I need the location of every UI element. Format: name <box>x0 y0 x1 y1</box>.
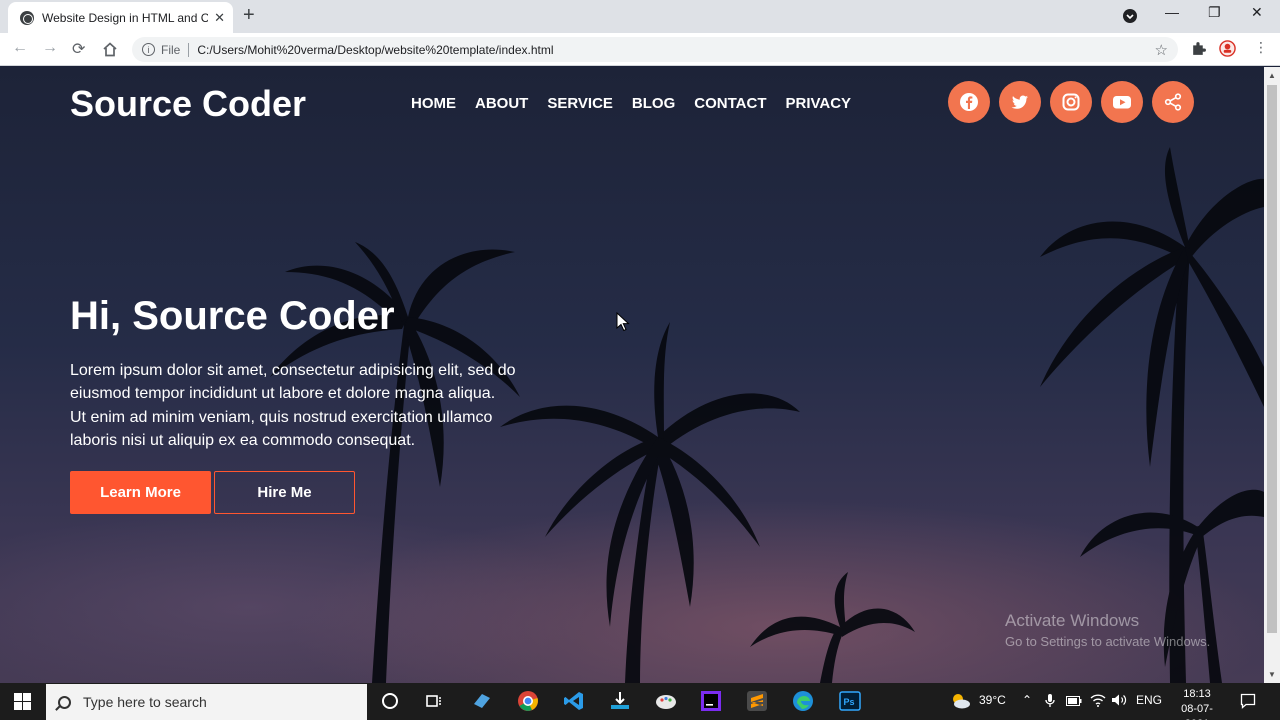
learn-more-button[interactable]: Learn More <box>70 471 211 514</box>
battery-icon[interactable] <box>1066 696 1082 706</box>
edge-icon[interactable] <box>791 689 815 713</box>
hero-description: Lorem ipsum dolor sit amet, consectetur … <box>70 359 550 452</box>
extensions-puzzle-icon[interactable] <box>1190 40 1207 57</box>
youtube-icon <box>1113 96 1131 109</box>
page-scrollbar[interactable]: ▲ ▼ <box>1264 67 1280 683</box>
mouse-cursor-icon <box>616 312 630 332</box>
restore-icon[interactable]: ❐ <box>1208 4 1221 21</box>
bookmark-star-icon[interactable]: ☆ <box>1155 41 1168 59</box>
profile-avatar-icon[interactable] <box>1219 40 1236 57</box>
hero-text-line: Ut enim ad minim veniam, quis nostrud ex… <box>70 408 493 426</box>
address-bar-prefix: File <box>161 42 181 57</box>
hire-me-button[interactable]: Hire Me <box>214 471 355 514</box>
taskbar-clock[interactable]: 18:13 08-07-2021 <box>1170 687 1224 720</box>
main-nav: HOME ABOUT SERVICE BLOG CONTACT PRIVACY <box>411 95 851 112</box>
address-bar-url[interactable]: C:/Users/Mohit%20verma/Desktop/website%2… <box>197 43 1154 57</box>
forward-icon[interactable]: → <box>42 39 58 57</box>
windows-start-icon[interactable] <box>14 693 31 710</box>
back-icon[interactable]: ← <box>12 39 28 57</box>
hero-title: Hi, Source Coder <box>70 294 395 338</box>
site-info-icon[interactable]: i <box>142 43 155 56</box>
scrollbar-thumb[interactable] <box>1267 85 1277 633</box>
address-bar[interactable]: i File C:/Users/Mohit%20verma/Desktop/we… <box>132 37 1178 62</box>
tab-search-icon[interactable] <box>1122 8 1138 24</box>
nav-blog[interactable]: BLOG <box>632 95 675 112</box>
hero-text-line: Lorem ipsum dolor sit amet, consectetur … <box>70 362 516 379</box>
browser-tab[interactable]: Website Design in HTML and CSS ✕ <box>8 2 233 33</box>
input-language[interactable]: ENG <box>1136 693 1162 707</box>
reload-icon[interactable]: ⟳ <box>72 39 85 59</box>
tray-chevron-icon[interactable]: ⌃ <box>1022 693 1032 707</box>
social-links <box>948 81 1194 123</box>
taskbar-search-box[interactable]: Type here to search <box>46 684 367 720</box>
clock-date: 08-07-2021 <box>1181 703 1213 720</box>
task-view-icon[interactable] <box>422 689 446 713</box>
instagram-link[interactable] <box>1050 81 1092 123</box>
svg-text:Ps: Ps <box>844 697 855 707</box>
downloader-app-icon[interactable] <box>608 689 632 713</box>
site-logo[interactable]: Source Coder <box>70 83 306 125</box>
weather-icon[interactable] <box>950 692 972 710</box>
twitter-icon <box>1011 95 1028 109</box>
activate-windows-watermark: Activate Windows Go to Settings to activ… <box>1005 611 1210 649</box>
nav-contact[interactable]: CONTACT <box>694 95 766 112</box>
clock-time: 18:13 <box>1183 688 1211 700</box>
tab-title: Website Design in HTML and CSS <box>42 10 209 25</box>
weather-temperature[interactable]: 39°C <box>979 693 1006 707</box>
share-icon <box>1164 93 1182 111</box>
browser-toolbar: ← → ⟳ i File C:/Users/Mohit%20verma/Desk… <box>0 33 1280 66</box>
hero-text-line: eiusmod tempor incididunt ut labore et d… <box>70 385 496 403</box>
scroll-down-icon[interactable]: ▼ <box>1268 670 1276 679</box>
wifi-icon[interactable] <box>1090 693 1106 707</box>
taskbar-search-placeholder: Type here to search <box>83 694 207 710</box>
notification-center-icon[interactable] <box>1240 693 1256 709</box>
tab-favicon-icon <box>20 10 34 25</box>
share-link[interactable] <box>1152 81 1194 123</box>
azure-data-studio-icon[interactable] <box>470 689 494 713</box>
youtube-link[interactable] <box>1101 81 1143 123</box>
new-tab-icon[interactable]: + <box>243 4 255 27</box>
nav-home[interactable]: HOME <box>411 95 456 112</box>
search-icon <box>58 695 71 709</box>
nav-about[interactable]: ABOUT <box>475 95 528 112</box>
cortana-icon[interactable] <box>378 689 402 713</box>
browser-tab-strip: Website Design in HTML and CSS ✕ + — ❐ ✕ <box>0 0 1280 33</box>
volume-icon[interactable] <box>1111 693 1127 707</box>
window-close-icon[interactable]: ✕ <box>1251 4 1263 21</box>
scroll-up-icon[interactable]: ▲ <box>1268 71 1276 80</box>
facebook-icon <box>960 93 978 111</box>
page-viewport: Source Coder HOME ABOUT SERVICE BLOG CON… <box>0 67 1264 683</box>
watermark-title: Activate Windows <box>1005 611 1140 630</box>
paint-icon[interactable] <box>654 689 678 713</box>
address-bar-divider <box>188 42 190 57</box>
windows-taskbar: Type here to search Ps 39°C ⌃ ENG 18:13 … <box>0 683 1280 720</box>
minimize-icon[interactable]: — <box>1165 4 1179 20</box>
nav-service[interactable]: SERVICE <box>547 95 613 112</box>
jetbrains-icon[interactable] <box>699 689 723 713</box>
nav-privacy[interactable]: PRIVACY <box>785 95 851 112</box>
photoshop-icon[interactable]: Ps <box>838 689 862 713</box>
facebook-link[interactable] <box>948 81 990 123</box>
sublime-text-icon[interactable] <box>745 689 769 713</box>
instagram-icon <box>1062 93 1080 111</box>
browser-menu-icon[interactable]: ⋮ <box>1254 39 1268 56</box>
microphone-icon[interactable] <box>1045 693 1055 709</box>
watermark-subtitle: Go to Settings to activate Windows. <box>1005 634 1211 649</box>
hero-text-line: laboris nisi ut aliquip ex ea commodo co… <box>70 431 416 449</box>
home-icon[interactable] <box>102 42 118 57</box>
vscode-icon[interactable] <box>562 689 586 713</box>
twitter-link[interactable] <box>999 81 1041 123</box>
chrome-icon[interactable] <box>516 689 540 713</box>
tab-close-icon[interactable]: ✕ <box>214 10 225 26</box>
